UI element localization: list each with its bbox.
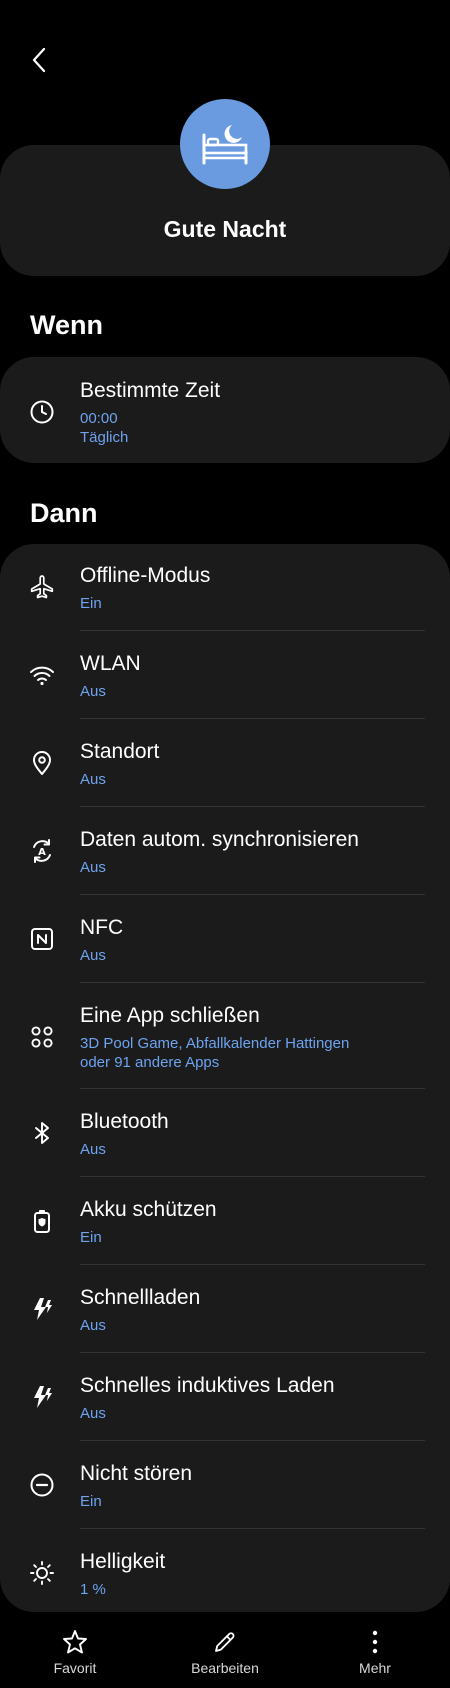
- action-value: Aus: [80, 1141, 106, 1158]
- auto-sync-icon: A: [29, 838, 55, 864]
- divider: [80, 630, 425, 631]
- action-value: 3D Pool Game, Abfallkalender Hattingen: [80, 1035, 350, 1052]
- action-value: Ein: [80, 595, 102, 612]
- favorite-button[interactable]: Favorit: [15, 1614, 135, 1688]
- divider: [80, 1088, 425, 1089]
- divider: [80, 894, 425, 895]
- condition-title: Bestimmte Zeit: [80, 379, 221, 402]
- wireless-fast-charge-icon: [29, 1384, 55, 1410]
- condition-time: 00:00: [80, 410, 118, 427]
- action-protect-battery[interactable]: Akku schützen Ein: [0, 1198, 450, 1258]
- divider: [80, 806, 425, 807]
- bed-moon-icon: [202, 125, 248, 165]
- action-offline-mode[interactable]: Offline-Modus Ein: [0, 564, 450, 624]
- divider: [80, 982, 425, 983]
- more-vertical-icon: [362, 1628, 388, 1656]
- action-title: NFC: [80, 916, 124, 939]
- fast-charge-icon: [29, 1296, 55, 1322]
- action-title: Eine App schließen: [80, 1004, 260, 1027]
- action-wlan[interactable]: WLAN Aus: [0, 652, 450, 712]
- action-value: Ein: [80, 1229, 102, 1246]
- action-title: Standort: [80, 740, 160, 763]
- brightness-icon: [29, 1560, 55, 1586]
- star-icon: [62, 1628, 88, 1656]
- svg-text:A: A: [38, 847, 46, 858]
- more-button[interactable]: Mehr: [315, 1614, 435, 1688]
- condition-specific-time[interactable]: Bestimmte Zeit 00:00 Täglich: [0, 379, 450, 449]
- location-pin-icon: [29, 750, 55, 776]
- apps-grid-icon: [29, 1024, 55, 1050]
- chevron-left-icon: [32, 47, 46, 73]
- bottom-action-bar: Favorit Bearbeiten Mehr: [0, 1614, 450, 1688]
- bluetooth-icon: [29, 1120, 55, 1146]
- action-do-not-disturb[interactable]: Nicht stören Ein: [0, 1462, 450, 1522]
- edit-button[interactable]: Bearbeiten: [165, 1614, 285, 1688]
- battery-shield-icon: [29, 1208, 55, 1234]
- action-title: Nicht stören: [80, 1462, 193, 1485]
- action-brightness[interactable]: Helligkeit 1 %: [0, 1550, 450, 1610]
- when-section-title: Wenn: [30, 310, 103, 340]
- more-label: Mehr: [359, 1660, 391, 1676]
- divider: [80, 1264, 425, 1265]
- action-value: Aus: [80, 771, 106, 788]
- routine-icon-button[interactable]: [180, 99, 270, 189]
- action-nfc[interactable]: NFC Aus: [0, 916, 450, 976]
- action-value: Aus: [80, 859, 106, 876]
- favorite-label: Favorit: [53, 1660, 97, 1676]
- divider: [80, 718, 425, 719]
- when-card: Bestimmte Zeit 00:00 Täglich: [0, 357, 450, 463]
- action-title: Offline-Modus: [80, 564, 211, 587]
- nfc-icon: [29, 926, 55, 952]
- action-value: Aus: [80, 1317, 106, 1334]
- action-title: Schnelles induktives Laden: [80, 1374, 335, 1397]
- action-value: Aus: [80, 947, 106, 964]
- edit-label: Bearbeiten: [191, 1660, 259, 1676]
- action-title: Akku schützen: [80, 1198, 217, 1221]
- do-not-disturb-icon: [29, 1472, 55, 1498]
- action-bluetooth[interactable]: Bluetooth Aus: [0, 1110, 450, 1170]
- routine-detail-screen: Gute Nacht Wenn Bestimmte Zeit 00:00 Täg…: [0, 0, 450, 1688]
- action-value: oder 91 andere Apps: [80, 1054, 220, 1071]
- action-title: Bluetooth: [80, 1110, 169, 1133]
- pencil-icon: [212, 1628, 238, 1656]
- action-value: Ein: [80, 1493, 102, 1510]
- then-section-title: Dann: [30, 498, 98, 528]
- action-location[interactable]: Standort Aus: [0, 740, 450, 800]
- divider: [80, 1352, 425, 1353]
- action-auto-sync[interactable]: A Daten autom. synchronisieren Aus: [0, 828, 450, 888]
- airplane-icon: [29, 574, 55, 600]
- wifi-icon: [29, 662, 55, 688]
- action-value: Aus: [80, 1405, 106, 1422]
- action-title: Daten autom. synchronisieren: [80, 828, 359, 851]
- action-value: Aus: [80, 683, 106, 700]
- then-card: Offline-Modus Ein WLAN Aus Standort Aus …: [0, 544, 450, 1612]
- divider: [80, 1440, 425, 1441]
- action-title: Schnellladen: [80, 1286, 201, 1309]
- action-close-app[interactable]: Eine App schließen 3D Pool Game, Abfallk…: [0, 1004, 450, 1084]
- action-title: WLAN: [80, 652, 141, 675]
- action-value: 1 %: [80, 1581, 106, 1598]
- action-title: Helligkeit: [80, 1550, 166, 1573]
- condition-repeat: Täglich: [80, 429, 129, 446]
- clock-icon: [29, 399, 55, 425]
- routine-title[interactable]: Gute Nacht: [0, 216, 450, 243]
- action-fast-wireless-charging[interactable]: Schnelles induktives Laden Aus: [0, 1374, 450, 1434]
- divider: [80, 1176, 425, 1177]
- divider: [80, 1528, 425, 1529]
- back-button[interactable]: [22, 40, 56, 80]
- action-fast-charging[interactable]: Schnellladen Aus: [0, 1286, 450, 1346]
